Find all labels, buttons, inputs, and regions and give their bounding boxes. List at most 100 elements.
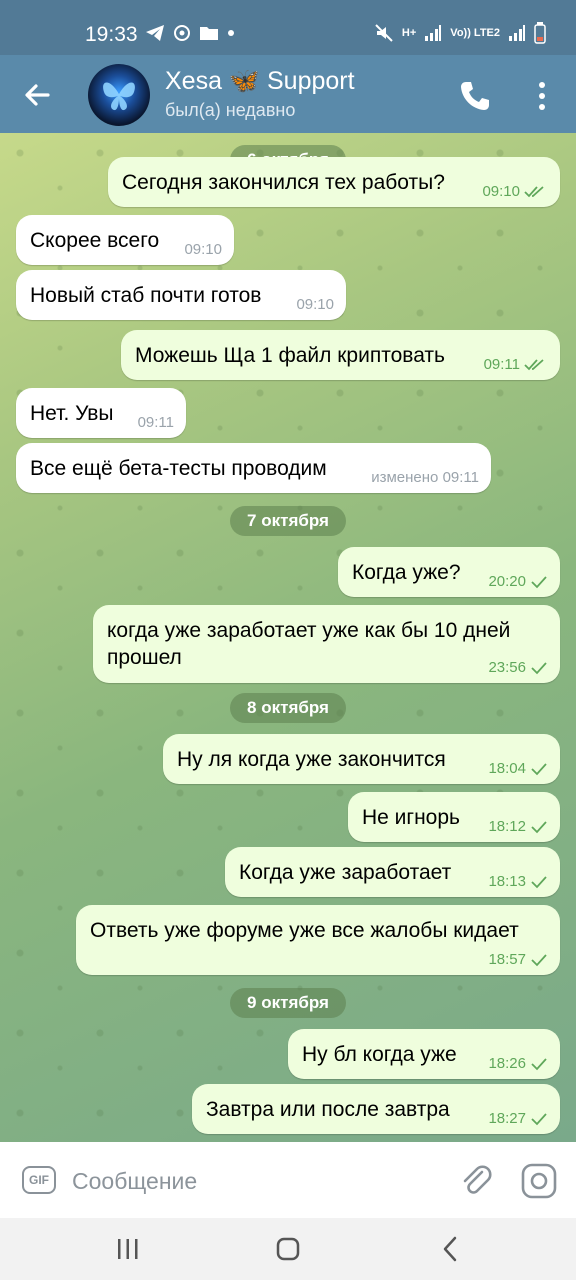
message-text: Ну ля когда уже закончится: [177, 748, 446, 771]
message-text: Нет. Увы: [30, 402, 114, 425]
signal-icon-2: [509, 25, 525, 41]
back-nav-icon[interactable]: [430, 1232, 470, 1266]
message-text: Все ещё бета-тесты проводим: [30, 457, 327, 480]
message-meta: 18:27: [488, 1110, 548, 1127]
message-text: Не игнорь: [362, 806, 460, 829]
check-icon: [531, 575, 547, 588]
message-text: Ну бл когда уже: [302, 1043, 457, 1066]
message-meta: 20:20: [488, 573, 548, 590]
message-text: Ответь уже форуме уже все жалобы кидает: [90, 919, 519, 942]
message-meta: 18:13: [488, 873, 548, 890]
message-bubble-outgoing[interactable]: Сегодня закончился тех работы? 09:10: [108, 157, 560, 207]
message-text: Когда уже заработает: [239, 861, 452, 884]
back-arrow-icon[interactable]: [18, 75, 58, 115]
check-icon: [531, 1112, 547, 1125]
message-bubble-incoming[interactable]: Скорее всего 09:10: [16, 215, 234, 265]
message-list[interactable]: 6 октября Сегодня закончился тех работы?…: [0, 133, 576, 1142]
message-time: 09:11: [137, 414, 174, 431]
message-meta: изменено 09:11: [371, 469, 479, 486]
butterfly-avatar-icon: [103, 82, 135, 111]
chat-header: Xesa 🦋 Support был(а) недавно: [0, 55, 576, 133]
date-separator: 9 октября: [230, 988, 346, 1018]
message-bubble-outgoing[interactable]: Ну ля когда уже закончится 18:04: [163, 734, 560, 784]
signal-icon-1: [425, 25, 442, 41]
message-meta: 09:10: [482, 183, 548, 200]
telegram-notification-icon: [146, 25, 164, 41]
message-meta: 18:12: [488, 818, 548, 835]
double-check-icon: [524, 358, 544, 370]
message-text: Можешь Ща 1 файл криптовать: [135, 344, 445, 367]
message-bubble-outgoing[interactable]: Ответь уже форуме уже все жалобы кидает …: [76, 905, 560, 975]
camera-icon[interactable]: [520, 1162, 558, 1200]
gif-button[interactable]: GIF: [22, 1166, 56, 1194]
sync-icon: [174, 25, 190, 41]
message-time: 18:57: [488, 951, 526, 968]
date-separator: 7 октября: [230, 506, 346, 536]
message-bubble-outgoing[interactable]: Можешь Ща 1 файл криптовать 09:11: [121, 330, 560, 380]
message-time: 09:10: [184, 241, 222, 258]
status-bar: 19:33 H+ Vo)) LTE2: [0, 0, 576, 55]
avatar[interactable]: [88, 64, 150, 126]
network-type-label: H+: [401, 27, 417, 39]
mute-icon: [375, 24, 393, 42]
phone-icon[interactable]: [458, 79, 492, 113]
message-meta: 09:11: [138, 414, 174, 431]
message-text: Когда уже?: [352, 561, 461, 584]
paperclip-icon[interactable]: [458, 1162, 494, 1198]
message-bubble-incoming[interactable]: Нет. Увы 09:11: [16, 388, 186, 438]
message-meta: 18:26: [488, 1055, 548, 1072]
message-input[interactable]: [70, 1162, 414, 1200]
chat-title[interactable]: Xesa 🦋 Support: [165, 67, 355, 96]
status-left-icons: [145, 24, 235, 42]
status-right-icons: H+ Vo)) LTE2: [374, 22, 546, 44]
message-time: 18:13: [488, 873, 526, 890]
volte-label: Vo)) LTE2: [450, 27, 500, 39]
recent-apps-icon[interactable]: [108, 1232, 148, 1266]
message-bubble-outgoing[interactable]: Завтра или после завтра 18:27: [192, 1084, 560, 1134]
message-bubble-outgoing[interactable]: Не игнорь 18:12: [348, 792, 560, 842]
message-text: Скорее всего: [30, 229, 160, 252]
message-text: Новый стаб почти готов: [30, 284, 262, 307]
home-icon[interactable]: [268, 1232, 308, 1266]
message-bubble-outgoing[interactable]: когда уже заработает уже как бы 10 дней …: [93, 605, 560, 683]
message-time: 23:56: [488, 659, 526, 676]
message-time: изменено 09:11: [371, 469, 479, 486]
message-time: 18:27: [488, 1110, 526, 1127]
message-bubble-outgoing[interactable]: Ну бл когда уже 18:26: [288, 1029, 560, 1079]
message-bubble-outgoing[interactable]: Когда уже? 20:20: [338, 547, 560, 597]
battery-icon: [534, 22, 546, 44]
folder-icon: [200, 27, 218, 40]
message-meta: 09:10: [184, 241, 222, 258]
message-time: 09:10: [482, 183, 520, 200]
check-icon: [531, 953, 547, 966]
date-separator: 8 октября: [230, 693, 346, 723]
check-icon: [531, 762, 547, 775]
message-time: 09:10: [296, 296, 334, 313]
message-time: 18:04: [488, 760, 526, 777]
message-bubble-outgoing[interactable]: Когда уже заработает 18:13: [225, 847, 560, 897]
chat-status: был(а) недавно: [165, 100, 296, 120]
check-icon: [531, 820, 547, 833]
message-text: Сегодня закончился тех работы?: [122, 171, 445, 194]
double-check-icon: [524, 185, 544, 197]
message-meta: 09:11: [484, 356, 548, 373]
dot-icon: [228, 30, 234, 36]
message-text-line2: прошел: [107, 646, 182, 669]
message-meta: 09:10: [296, 296, 334, 313]
message-composer: GIF: [0, 1142, 576, 1218]
message-text-line1: когда уже заработает уже как бы 10 дней: [107, 619, 511, 642]
check-icon: [531, 875, 547, 888]
message-time: 18:12: [488, 818, 526, 835]
more-vertical-icon[interactable]: [530, 79, 554, 113]
message-time: 20:20: [488, 573, 526, 590]
message-meta: 18:57: [488, 951, 548, 968]
message-bubble-incoming[interactable]: Новый стаб почти готов 09:10: [16, 270, 346, 320]
message-bubble-incoming[interactable]: Все ещё бета-тесты проводим изменено 09:…: [16, 443, 491, 493]
message-time: 18:26: [488, 1055, 526, 1072]
system-navigation-bar: [0, 1218, 576, 1280]
status-time: 19:33: [85, 23, 138, 46]
message-meta: 18:04: [488, 760, 548, 777]
message-meta: 23:56: [488, 659, 548, 676]
check-icon: [531, 1057, 547, 1070]
message-text: Завтра или после завтра: [206, 1098, 450, 1121]
